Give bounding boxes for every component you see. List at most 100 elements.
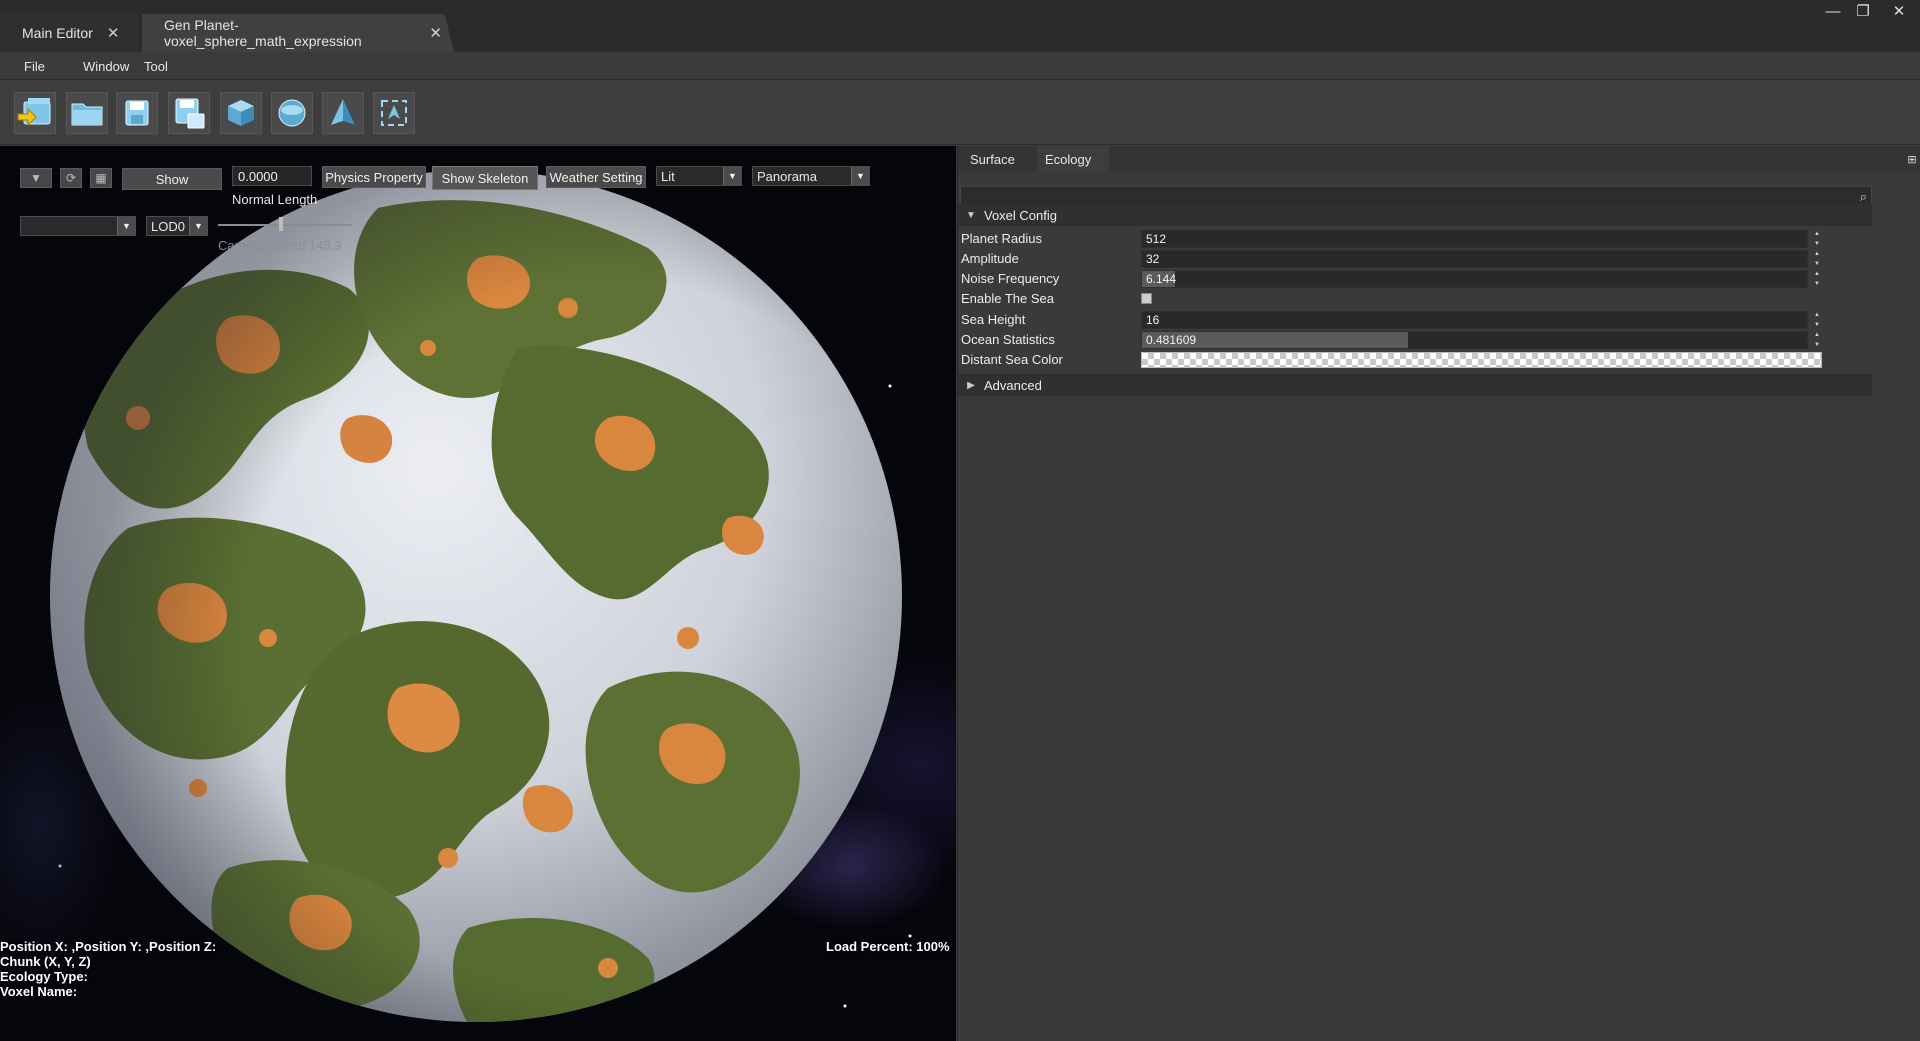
camera-speed-slider-handle[interactable] (278, 217, 283, 231)
close-icon[interactable]: ✕ (429, 24, 442, 42)
chevron-down-icon: ▼ (723, 167, 741, 185)
normal-length-input[interactable]: 0.0000 (232, 166, 312, 186)
planet-radius-input[interactable]: 512 (1141, 230, 1808, 248)
planet-radius-row: Planet Radius 512 ▲ ▼ (958, 229, 1872, 249)
property-label: Sea Height (961, 312, 1026, 327)
shading-mode-select[interactable]: Lit ▼ (656, 166, 742, 186)
distant-sea-color-picker[interactable] (1141, 352, 1822, 368)
section-title: Voxel Config (984, 207, 1057, 223)
spin-icon[interactable]: ▲ ▼ (1812, 311, 1822, 329)
enable-sea-row: Enable The Sea (958, 289, 1872, 309)
tab-surface[interactable]: Surface (962, 146, 1023, 172)
chunk-readout: Chunk (X, Y, Z) (0, 954, 91, 969)
save-button[interactable] (116, 92, 158, 134)
property-label: Amplitude (961, 251, 1019, 266)
camera-speed-label: Camera Speed 148.3 (218, 238, 342, 253)
open-folder-icon (71, 103, 103, 126)
ocean-statistics-slider[interactable]: 0.481609 (1141, 331, 1808, 349)
chevron-down-icon: ▼ (966, 209, 976, 221)
properties-panel: Surface Ecology ⊞ ⌕ ▼ Voxel Config Plane… (957, 146, 1920, 1041)
pyramid-icon (331, 99, 355, 125)
voxel-readout: Voxel Name: (0, 984, 78, 999)
panel-tabs: Surface Ecology ⊞ (958, 146, 1920, 172)
refresh-icon[interactable]: ⟳ (60, 168, 82, 188)
chevron-down-icon: ▼ (189, 217, 207, 235)
camera-speed-slider[interactable] (218, 224, 352, 226)
spin-icon[interactable]: ▲ ▼ (1812, 331, 1822, 349)
show-skeleton-button[interactable]: Show Skeleton (432, 166, 538, 190)
chevron-down-icon: ▼ (117, 217, 135, 235)
import-button[interactable] (14, 92, 56, 134)
amplitude-row: Amplitude 32 ▲ ▼ (958, 249, 1872, 269)
sea-height-row: Sea Height 16 ▲ ▼ (958, 310, 1872, 330)
save-as-icon (175, 98, 205, 129)
close-icon[interactable]: ✕ (107, 24, 120, 42)
field-value: 32 (1146, 252, 1160, 266)
minimize-icon[interactable]: — (1818, 0, 1848, 22)
save-icon (125, 100, 149, 126)
field-value: 0.481609 (1146, 333, 1197, 347)
view-mode-value: Panorama (757, 168, 817, 184)
import-icon (17, 98, 51, 127)
search-input[interactable]: ⌕ (960, 186, 1872, 206)
field-value: 512 (1146, 232, 1167, 246)
restore-icon[interactable]: ❐ (1848, 0, 1878, 22)
save-as-button[interactable] (168, 92, 210, 134)
property-label: Ocean Statistics (961, 332, 1055, 347)
spin-icon[interactable]: ▲ ▼ (1812, 250, 1822, 268)
spin-icon[interactable]: ▲ ▼ (1812, 270, 1822, 288)
title-bar: Main Editor ✕ Gen Planet-voxel_sphere_ma… (0, 0, 1920, 52)
fit-view-button[interactable] (373, 92, 415, 134)
show-button[interactable]: Show (122, 168, 222, 190)
chevron-down-icon: ▼ (851, 167, 869, 185)
property-label: Enable The Sea (961, 291, 1054, 306)
planet-render (50, 170, 902, 1022)
ocean-statistics-row: Ocean Statistics 0.481609 ▲ ▼ (958, 330, 1872, 350)
voxel-config-header[interactable]: ▼ Voxel Config (958, 204, 1872, 226)
normal-length-label: Normal Length (232, 192, 318, 207)
field-value: 6.144 (1146, 272, 1177, 286)
spin-icon[interactable]: ▲ ▼ (1812, 230, 1822, 248)
pyramid-button[interactable] (322, 92, 364, 134)
sphere-button[interactable] (271, 92, 313, 134)
tab-gen-planet[interactable]: Gen Planet-voxel_sphere_math_expression … (142, 14, 454, 52)
close-window-icon[interactable]: ✕ (1884, 0, 1914, 22)
amplitude-input[interactable]: 32 (1141, 250, 1808, 268)
field-value: 16 (1146, 313, 1160, 327)
property-label: Noise Frequency (961, 271, 1060, 286)
search-icon: ⌕ (1859, 189, 1867, 204)
ecology-readout: Ecology Type: (0, 969, 88, 984)
chevron-right-icon: ▶ (967, 379, 975, 391)
menu-tool[interactable]: Tool (144, 59, 168, 74)
position-readout: Position X: ,Position Y: ,Position Z: (0, 939, 217, 954)
grid-icon[interactable]: ▦ (90, 168, 112, 188)
tab-ecology[interactable]: Ecology (1037, 146, 1109, 172)
pin-icon[interactable]: ⊞ (1905, 152, 1919, 166)
open-button[interactable] (66, 92, 108, 134)
tab-main-editor[interactable]: Main Editor ✕ (0, 14, 138, 52)
noise-frequency-row: Noise Frequency 6.144 ▲ ▼ (958, 269, 1872, 289)
sea-height-input[interactable]: 16 (1141, 311, 1808, 329)
view-dropdown-icon[interactable]: ▼ (20, 168, 52, 188)
cube-button[interactable] (220, 92, 262, 134)
advanced-header[interactable]: ▶ Advanced (958, 374, 1872, 396)
sphere-icon (278, 99, 306, 127)
cube-icon (228, 100, 254, 126)
scene-viewport[interactable]: ▼ ⟳ ▦ Show 0.0000 Normal Length Physics … (0, 146, 956, 1041)
lod-select[interactable]: LOD0 ▼ (146, 216, 208, 236)
menu-file[interactable]: File (24, 59, 45, 74)
enable-sea-checkbox[interactable] (1141, 293, 1152, 304)
tab-label: Gen Planet-voxel_sphere_math_expression (164, 17, 362, 49)
property-label: Planet Radius (961, 231, 1042, 246)
lod-select-value: LOD0 (151, 218, 185, 234)
distant-sea-color-row: Distant Sea Color (958, 350, 1872, 370)
menu-window[interactable]: Window (83, 59, 129, 74)
view-mode-select[interactable]: Panorama ▼ (752, 166, 870, 186)
noise-frequency-slider[interactable]: 6.144 (1141, 270, 1808, 288)
toolbar (0, 81, 1920, 145)
physics-property-button[interactable]: Physics Property (322, 166, 426, 188)
layer-select[interactable]: ▼ (20, 216, 136, 236)
fit-view-icon (381, 100, 407, 126)
weather-setting-button[interactable]: Weather Setting (546, 166, 646, 188)
property-label: Distant Sea Color (961, 352, 1063, 367)
